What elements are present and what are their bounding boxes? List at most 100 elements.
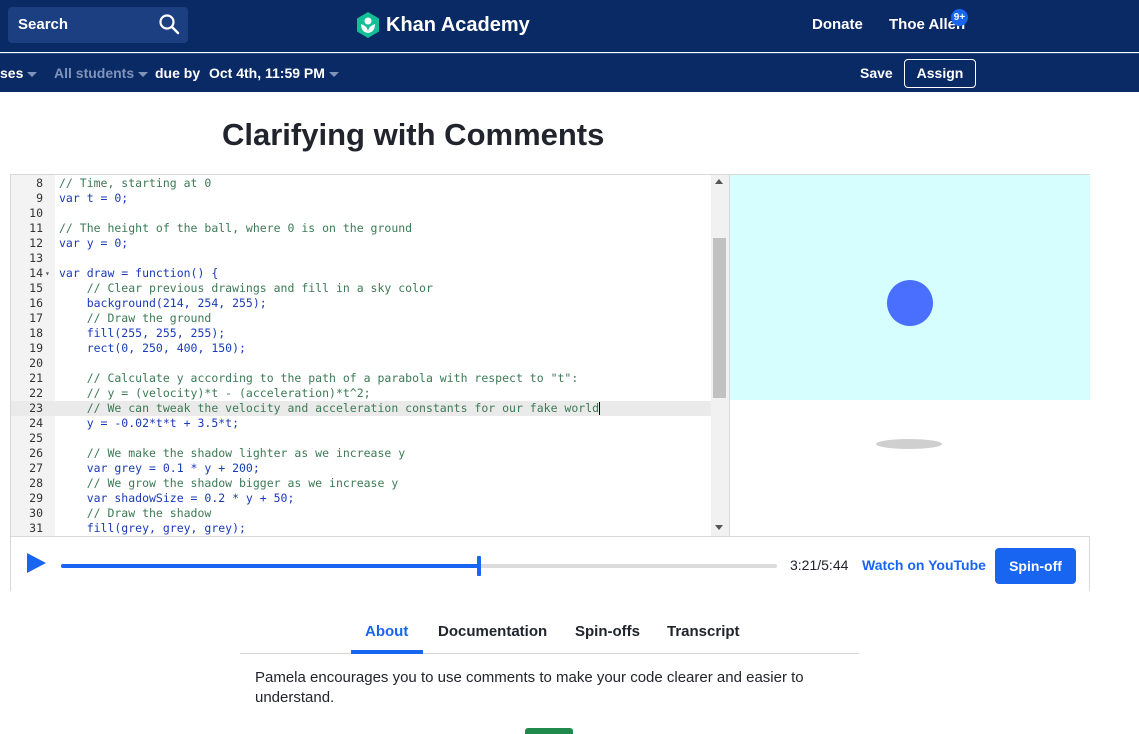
code-line[interactable]: 17 // Draw the ground <box>11 311 711 326</box>
line-number: 14 <box>29 266 43 280</box>
code-line[interactable]: 27 var grey = 0.1 * y + 200; <box>11 461 711 476</box>
code-line[interactable]: 20 <box>11 356 711 371</box>
code-line[interactable]: 9 var t = 0; <box>11 191 711 206</box>
content-tabs: About Documentation Spin-offs Transcript <box>240 614 859 654</box>
tab-about[interactable]: About <box>365 623 408 640</box>
code-line[interactable]: 23 // We can tweak the velocity and acce… <box>11 401 711 416</box>
code-text: var t = 0; <box>59 191 129 205</box>
line-number: 8 <box>36 176 43 190</box>
assign-button[interactable]: Assign <box>904 59 976 88</box>
code-line[interactable]: 8 // Time, starting at 0 <box>11 176 711 191</box>
code-text: // y = (velocity)*t - (acceleration)*t^2… <box>59 386 371 400</box>
progress-fill <box>61 564 480 568</box>
code-editor[interactable]: 8 // Time, starting at 0 9 var t = 0; 10 11 //… <box>11 175 729 536</box>
code-text: // Time, starting at 0 <box>59 176 212 190</box>
code-text: // We make the shadow lighter as we incr… <box>59 446 406 460</box>
search-label: Search <box>18 16 69 33</box>
chevron-down-icon <box>138 71 149 77</box>
line-number: 27 <box>29 461 43 475</box>
code-text: // Draw the ground <box>59 311 212 325</box>
line-number: 22 <box>29 386 43 400</box>
code-line[interactable]: 13 <box>11 251 711 266</box>
tab-spin-offs[interactable]: Spin-offs <box>575 623 640 640</box>
line-number: 18 <box>29 326 43 340</box>
courses-dropdown[interactable]: ses <box>0 65 38 81</box>
scrollbar-thumb[interactable] <box>713 238 726 398</box>
line-number: 9 <box>36 191 43 205</box>
save-button[interactable]: Save <box>860 65 893 81</box>
search-icon[interactable] <box>158 13 180 35</box>
search-box[interactable]: Search <box>8 7 188 43</box>
code-text: // We grow the shadow bigger as we incre… <box>59 476 399 490</box>
code-line[interactable]: 22 // y = (velocity)*t - (acceleration)*… <box>11 386 711 401</box>
line-number: 23 <box>29 401 43 415</box>
courses-label: ses <box>0 65 24 81</box>
ground <box>730 400 1090 536</box>
line-number: 24 <box>29 416 43 430</box>
code-line[interactable]: 29 var shadowSize = 0.2 * y + 50; <box>11 491 711 506</box>
line-number: 26 <box>29 446 43 460</box>
tab-documentation[interactable]: Documentation <box>438 623 547 640</box>
line-number: 16 <box>29 296 43 310</box>
code-line[interactable]: 30 // Draw the shadow <box>11 506 711 521</box>
editor-scrollbar[interactable] <box>711 175 729 536</box>
code-line[interactable]: 25 <box>11 431 711 446</box>
code-line[interactable]: 10 <box>11 206 711 221</box>
code-text: fill(grey, grey, grey); <box>59 521 246 535</box>
code-line[interactable]: 19 rect(0, 250, 400, 150); <box>11 341 711 356</box>
line-number: 15 <box>29 281 43 295</box>
khan-academy-logo[interactable]: Khan Academy <box>356 11 530 39</box>
code-line[interactable]: 21 // Calculate y according to the path … <box>11 371 711 386</box>
line-number: 17 <box>29 311 43 325</box>
students-label: All students <box>54 65 135 81</box>
canvas-drawing <box>730 175 1090 536</box>
code-text: // The height of the ball, where 0 is on… <box>59 221 413 235</box>
code-line[interactable]: 11 // The height of the ball, where 0 is … <box>11 221 711 236</box>
line-number: 21 <box>29 371 43 385</box>
code-line[interactable]: 31 fill(grey, grey, grey); <box>11 521 711 536</box>
line-number: 13 <box>29 251 43 265</box>
line-number: 28 <box>29 476 43 490</box>
code-line[interactable]: 12 var y = 0; <box>11 236 711 251</box>
scroll-up-arrow-icon[interactable] <box>715 179 723 184</box>
code-line[interactable]: 16 background(214, 254, 255); <box>11 296 711 311</box>
due-by-label: due by <box>155 65 201 81</box>
text-cursor <box>599 402 600 415</box>
due-date-dropdown[interactable]: Oct 4th, 11:59 PM <box>209 65 339 81</box>
code-line[interactable]: 26 // We make the shadow lighter as we i… <box>11 446 711 461</box>
code-line[interactable]: 28 // We grow the shadow bigger as we in… <box>11 476 711 491</box>
code-text: // We can tweak the velocity and acceler… <box>59 401 600 415</box>
code-line[interactable]: 18 fill(255, 255, 255); <box>11 326 711 341</box>
progress-handle[interactable] <box>477 556 482 576</box>
playback-time: 3:21/5:44 <box>790 557 849 573</box>
code-lines[interactable]: 8 // Time, starting at 0 9 var t = 0; 10 11 //… <box>11 176 711 536</box>
line-number: 20 <box>29 356 43 370</box>
code-line[interactable]: 14 ▾ var draw = function() { <box>11 266 711 281</box>
play-icon[interactable] <box>27 553 46 573</box>
code-text: // Draw the shadow <box>59 506 212 520</box>
output-canvas[interactable] <box>729 175 1090 536</box>
progress-track[interactable] <box>61 556 777 576</box>
assignment-bar: ses All students due by Oct 4th, 11:59 P… <box>0 53 1139 92</box>
notification-badge[interactable]: 9+ <box>951 9 968 26</box>
spin-off-button[interactable]: Spin-off <box>995 548 1076 584</box>
due-date-value: Oct 4th, 11:59 PM <box>209 65 325 81</box>
ball-shadow <box>876 439 942 449</box>
code-text: var y = 0; <box>59 236 129 250</box>
watch-on-youtube-link[interactable]: Watch on YouTube <box>862 557 986 573</box>
logo-text: Khan Academy <box>386 13 530 36</box>
line-number: 19 <box>29 341 43 355</box>
code-text: y = -0.02*t*t + 3.5*t; <box>59 416 240 430</box>
line-number: 31 <box>29 521 43 535</box>
donate-link[interactable]: Donate <box>812 16 863 33</box>
tab-transcript[interactable]: Transcript <box>667 623 740 640</box>
code-text: var shadowSize = 0.2 * y + 50; <box>59 491 295 505</box>
scroll-down-arrow-icon[interactable] <box>715 525 723 530</box>
page-title: Clarifying with Comments <box>222 117 605 152</box>
line-number: 30 <box>29 506 43 520</box>
line-number: 29 <box>29 491 43 505</box>
code-line[interactable]: 24 y = -0.02*t*t + 3.5*t; <box>11 416 711 431</box>
fold-arrow-icon[interactable]: ▾ <box>45 266 50 281</box>
code-line[interactable]: 15 // Clear previous drawings and fill i… <box>11 281 711 296</box>
students-dropdown[interactable]: All students <box>54 65 149 81</box>
